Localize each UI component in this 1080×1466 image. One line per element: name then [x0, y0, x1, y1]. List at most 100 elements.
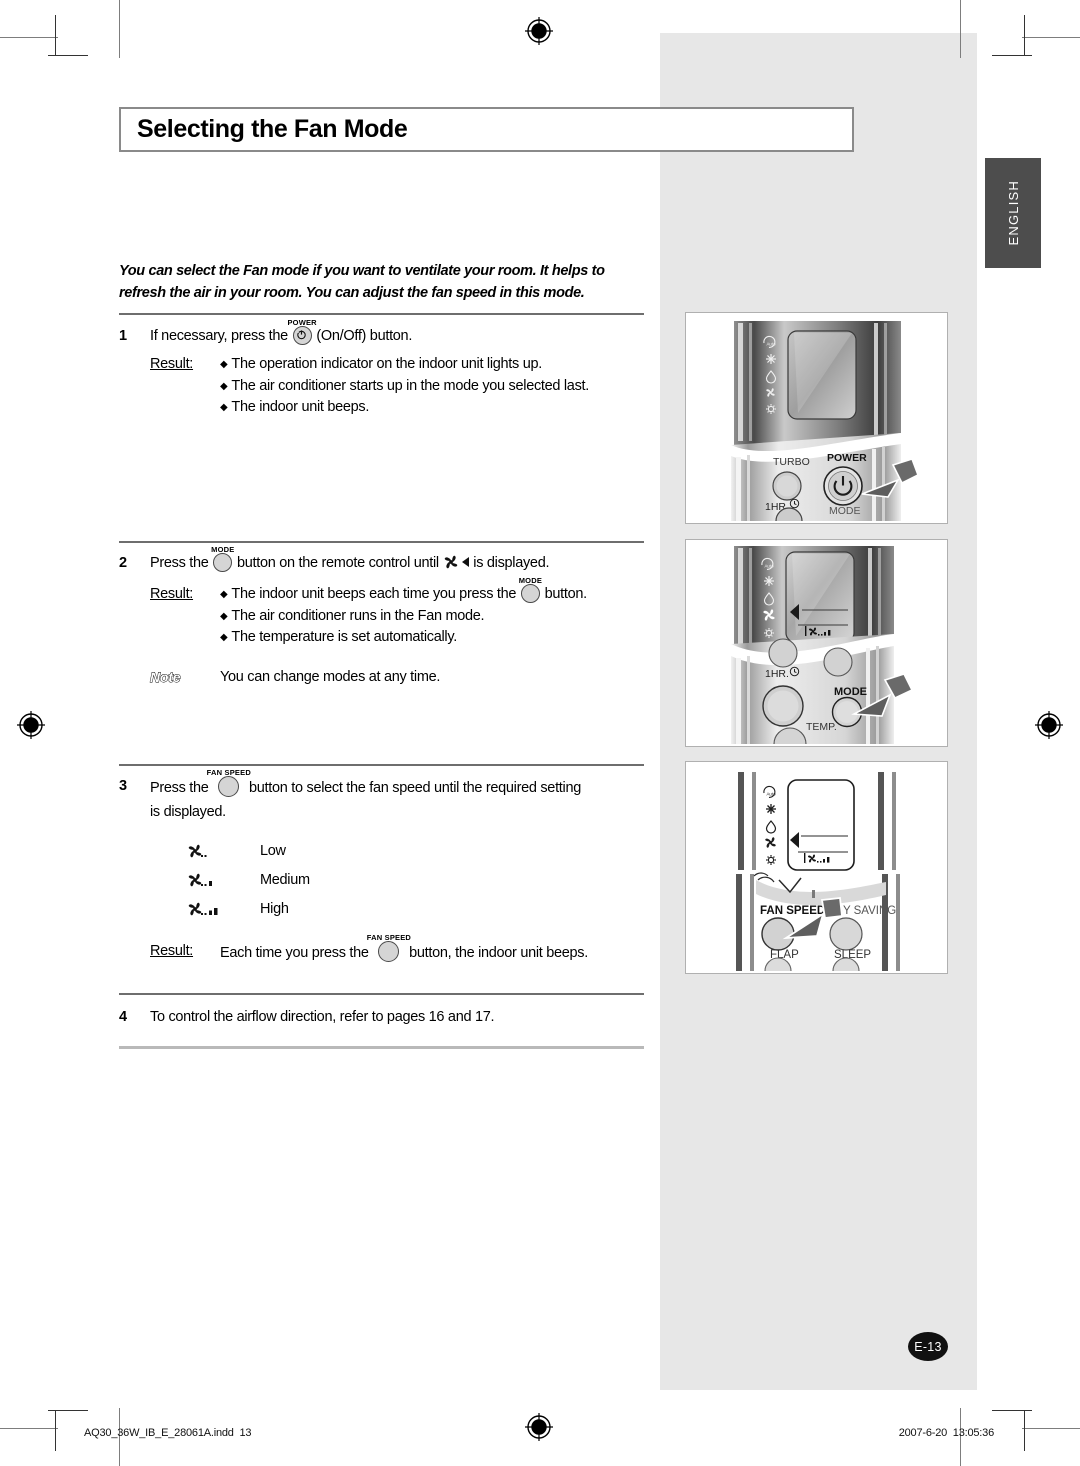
step-3-result-label: Result:	[150, 942, 194, 959]
step-2-text-mid: button on the remote control until	[237, 555, 439, 571]
note-text: You can change modes at any time.	[220, 669, 441, 685]
svg-text:1HR.: 1HR.	[765, 668, 789, 680]
result-item: ◆ The temperature is set automatically.	[220, 629, 457, 646]
crop-mark	[992, 1410, 1032, 1411]
fan-speed-button-circle	[218, 776, 240, 797]
crop-mark	[992, 55, 1032, 56]
crop-mark	[1024, 1411, 1025, 1451]
svg-text:TURBO: TURBO	[773, 456, 810, 468]
result-item: ◆ The operation indicator on the indoor u…	[220, 355, 542, 372]
crop-mark	[960, 0, 961, 58]
step-2-text-after: is displayed.	[473, 555, 550, 571]
crop-mark	[1022, 1428, 1080, 1429]
page-title-box: Selecting the Fan Mode	[119, 107, 854, 152]
crop-mark	[55, 15, 56, 55]
svg-text:MODE: MODE	[834, 686, 867, 698]
footer-page-number: 13	[239, 1427, 252, 1439]
power-button-glyph[interactable]: POWER	[287, 318, 317, 345]
registration-mark-right	[1034, 710, 1064, 740]
language-tab-label: ENGLISH	[1005, 180, 1021, 246]
mode-button-circle	[520, 583, 540, 603]
fan-speed-medium-icon	[186, 872, 260, 890]
registration-mark-left	[16, 710, 46, 740]
fan-speed-high-icon	[186, 901, 260, 919]
result-item: ◆ The air conditioner runs in the Fan mod…	[220, 607, 485, 624]
svg-text:MODE: MODE	[829, 505, 861, 517]
crop-mark	[0, 1428, 58, 1429]
step-1-number: 1	[119, 328, 127, 344]
diamond-bullet-icon: ◆	[220, 588, 228, 600]
footer-timestamp: 2007-6-20 13:05:36	[899, 1427, 994, 1439]
manual-page: ENGLISH Selecting the Fan Mode You can s…	[0, 0, 1080, 1466]
crop-mark	[0, 37, 58, 38]
mode-button-glyph[interactable]: MODE	[211, 545, 234, 572]
mode-button-caption: MODE	[518, 575, 543, 585]
step-3-instruction: Press the FAN SPEED button to select the…	[150, 768, 659, 800]
fan-speed-legend: Low Medium High	[186, 838, 659, 925]
step-1-results: ◆ The operation indicator on the indoor u…	[220, 354, 659, 419]
svg-text:GY SAVING: GY SAVING	[834, 905, 896, 917]
intro-paragraph: You can select the Fan mode if you want …	[119, 263, 605, 302]
registration-mark-top	[524, 16, 554, 46]
crop-mark	[48, 1410, 88, 1411]
step-2: 2 Press the MODE button on the remote co…	[119, 545, 659, 689]
step-3: 3 Press the FAN SPEED button to select t…	[119, 768, 659, 965]
step-2-result-label: Result:	[150, 585, 194, 602]
fan-speed-label: High	[260, 901, 289, 918]
step-2-instruction: Press the MODE button on the remote cont…	[150, 545, 659, 578]
power-icon	[293, 326, 310, 343]
fan-speed-row: High	[186, 896, 659, 925]
crop-mark	[119, 0, 120, 58]
step-3-text-before: Press the	[150, 780, 209, 796]
result-item: ◆ The air conditioner starts up in the mo…	[220, 377, 589, 394]
crop-mark	[1022, 37, 1080, 38]
section-divider	[119, 541, 644, 543]
step-1-text-after: (On/Off) button.	[316, 328, 413, 344]
fan-speed-row: Low	[186, 838, 659, 867]
fan-speed-button-caption: FAN SPEED	[206, 768, 251, 777]
fan-speed-button-glyph[interactable]: FAN SPEED	[207, 768, 251, 797]
mode-button-glyph[interactable]: MODE	[519, 576, 542, 603]
step-3-instruction-line2: is displayed.	[150, 803, 226, 820]
diamond-bullet-icon: ◆	[220, 632, 228, 644]
footer-file-name: AQ30_36W_IB_E_28061A.indd	[84, 1427, 234, 1439]
fan-speed-label: Medium	[260, 872, 310, 889]
fan-speed-button-circle	[378, 940, 400, 962]
svg-text:POWER: POWER	[827, 452, 867, 464]
step-1-text-before: If necessary, press the	[150, 328, 288, 344]
diamond-bullet-icon: ◆	[220, 402, 228, 414]
step-3-text-after: button to select the fan speed until the…	[249, 780, 581, 796]
svg-text:TEMP.: TEMP.	[806, 721, 837, 733]
result-item: ◆ The indoor unit beeps.	[220, 399, 370, 416]
svg-text:FAN SPEED: FAN SPEED	[760, 905, 825, 917]
fan-speed-label: Low	[260, 843, 286, 860]
fan-speed-button-caption: FAN SPEED	[366, 932, 412, 942]
result-item: Each time you press the FAN SPEED button…	[220, 932, 588, 962]
step-2-results: ◆ The indoor unit beeps each time you pre…	[220, 576, 659, 649]
crop-mark	[1024, 15, 1025, 55]
note-label: Note	[150, 669, 181, 686]
svg-text:Auto: Auto	[767, 792, 777, 797]
step-4: 4 To control the airflow direction, refe…	[119, 1007, 659, 1029]
fan-with-left-arrow-icon	[443, 554, 470, 578]
section-divider	[119, 1046, 644, 1049]
step-4-text: To control the airflow direction, refer …	[150, 1009, 495, 1025]
illustration-remote-mode: Auto 1HR. MODE TEMP.	[685, 539, 948, 747]
section-divider	[119, 313, 644, 315]
step-2-number: 2	[119, 555, 127, 571]
illustration-remote-fan-speed: Auto FAN SPEED GY SAVING FLAP SLEEP	[685, 761, 948, 974]
illustration-remote-power: Auto TURBO 1HR. POWER MODE	[685, 312, 948, 524]
section-divider	[119, 993, 644, 995]
registration-mark-bottom	[524, 1412, 554, 1442]
note-block: Note You can change modes at any time.	[150, 667, 659, 689]
step-2-text-before: Press the	[150, 555, 209, 571]
crop-mark	[48, 55, 88, 56]
step-4-number: 4	[119, 1009, 127, 1025]
mode-button-circle	[213, 553, 233, 572]
step-3-result: Each time you press the FAN SPEED button…	[220, 932, 659, 965]
section-divider	[119, 764, 644, 766]
fan-speed-button-glyph[interactable]: FAN SPEED	[367, 933, 411, 962]
diamond-bullet-icon: ◆	[220, 358, 228, 370]
diamond-bullet-icon: ◆	[220, 380, 228, 392]
fan-speed-row: Medium	[186, 867, 659, 896]
